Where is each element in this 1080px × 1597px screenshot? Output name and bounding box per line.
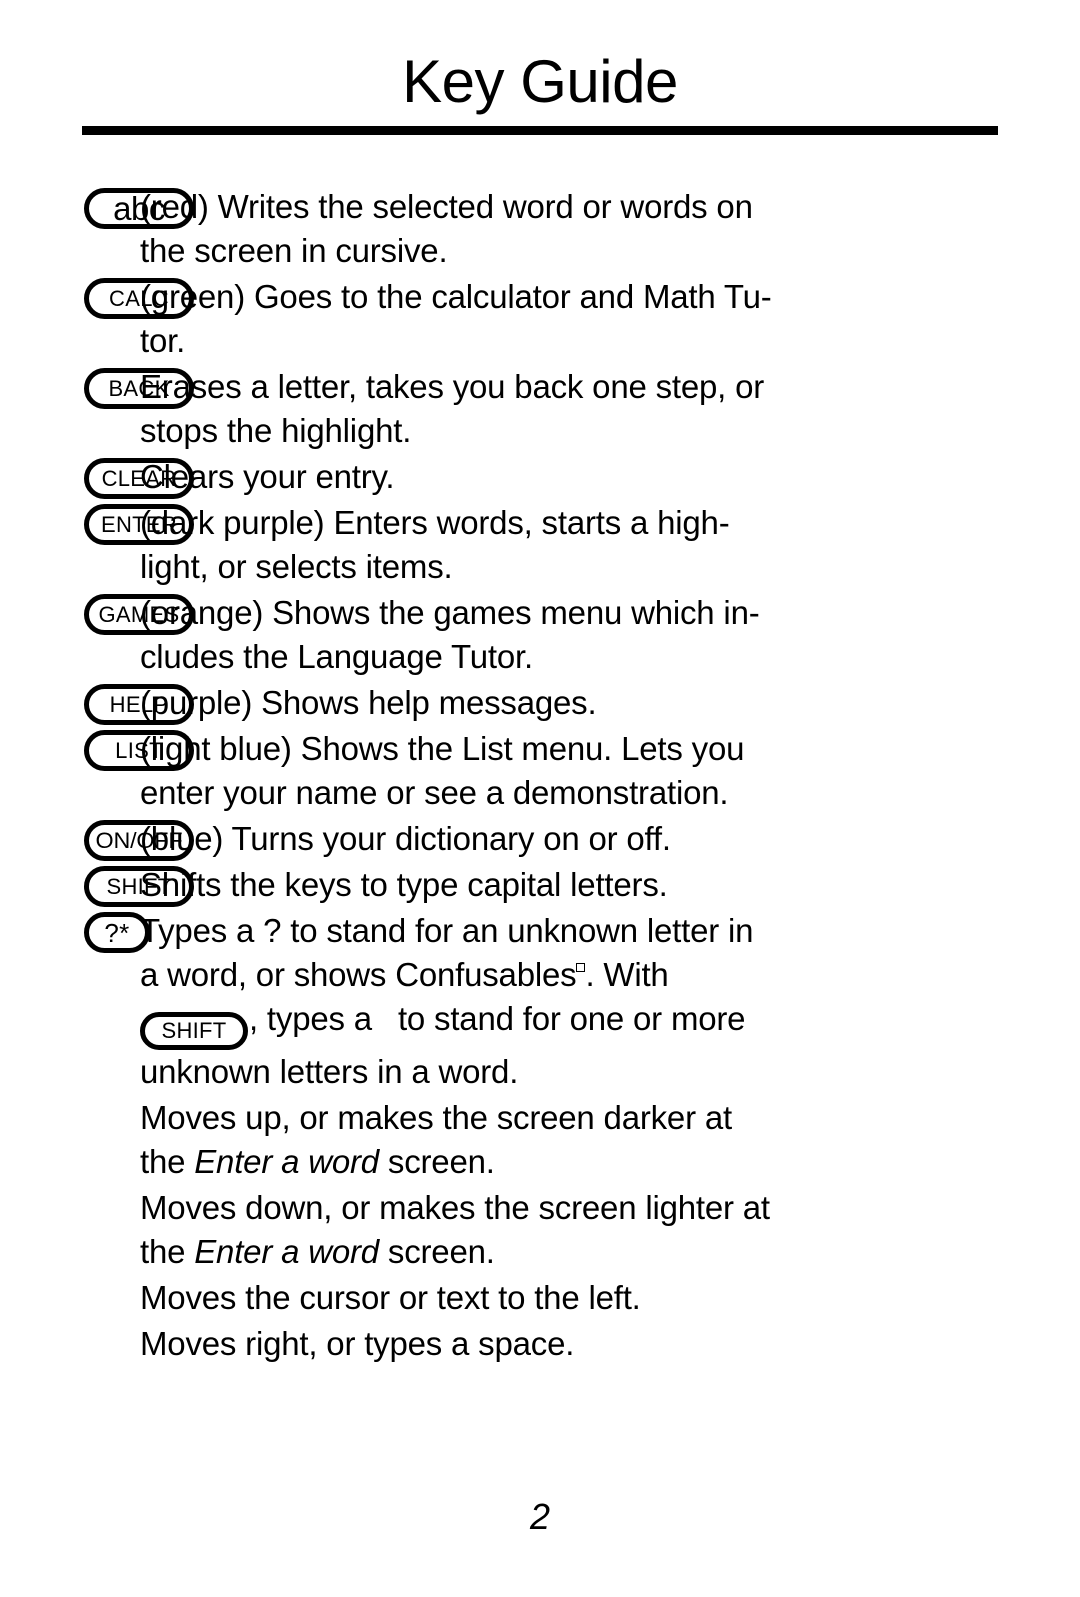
description-line: Types a ? to stand for an unknown letter…: [140, 912, 754, 949]
key-guide-row: ON/OFF (blue) Turns your dictionary on o…: [0, 817, 1080, 861]
description-line: Erases a letter, takes you back one step…: [140, 368, 765, 405]
description-line: unknown letters in a word.: [140, 1053, 519, 1090]
key-label: SHIFT: [161, 1018, 227, 1043]
key-guide-page: Key Guide abc (red) Writes the selected …: [0, 0, 1080, 1597]
description-line: (orange) Shows the games menu which in-: [140, 594, 760, 631]
key-guide-row: Moves up, or makes the screen darker at …: [0, 1096, 1080, 1184]
key-guide-row: Moves right, or types a space.: [0, 1322, 1080, 1366]
description-line: Moves right, or types a space.: [140, 1325, 575, 1362]
key-label: ON/OFF: [95, 827, 183, 853]
key-cell: HELP: [0, 681, 194, 725]
trademark-box-icon: [576, 963, 586, 972]
key-label: ?*: [104, 917, 130, 948]
key-guide-row: ENTER (dark purple) Enters words, starts…: [0, 501, 1080, 589]
description-line: the: [140, 1143, 195, 1180]
key-description: Moves right, or types a space.: [140, 1322, 1080, 1366]
key-description: Clears your entry.: [140, 455, 1080, 499]
key-description: Moves down, or makes the screen lighter …: [140, 1186, 1080, 1274]
key-cell: LIST: [0, 727, 194, 771]
key-cell-empty: [0, 1186, 140, 1189]
key-description: (blue) Turns your dictionary on or off.: [140, 817, 1080, 861]
key-guide-row: SHIFT Shifts the keys to type capital le…: [0, 863, 1080, 907]
key-guide-row: LIST (light blue) Shows the List menu. L…: [0, 727, 1080, 815]
description-line: stops the highlight.: [140, 412, 412, 449]
key-shift-inline[interactable]: SHIFT: [140, 1012, 248, 1050]
description-line: cludes the Language Tutor.: [140, 638, 533, 675]
description-line: the: [140, 1233, 195, 1270]
description-line: enter your name or see a demonstration.: [140, 774, 729, 811]
description-line: , types a: [249, 1000, 372, 1037]
key-guide-row: ?* Types a ? to stand for an unknown let…: [0, 909, 1080, 1094]
key-cell: BACK: [0, 365, 194, 409]
key-cell-empty: [0, 1096, 140, 1099]
key-guide-row: Moves down, or makes the screen lighter …: [0, 1186, 1080, 1274]
key-cell: ON/OFF: [0, 817, 194, 861]
description-line: screen.: [378, 1233, 495, 1270]
screen-name-italic: Enter a word: [194, 1233, 379, 1270]
key-description: (purple) Shows help messages.: [140, 681, 1080, 725]
description-line: tor.: [140, 322, 186, 359]
key-description: Types a ? to stand for an unknown letter…: [140, 909, 1080, 1094]
screen-name-italic: Enter a word: [194, 1143, 379, 1180]
key-description: (green) Goes to the calculator and Math …: [140, 275, 1080, 363]
description-line: (dark purple) Enters words, starts a hig…: [140, 504, 730, 541]
key-guide-row: GAMES (orange) Shows the games menu whic…: [0, 591, 1080, 679]
key-description: Erases a letter, takes you back one step…: [140, 365, 1080, 453]
key-cell: ENTER: [0, 501, 194, 545]
description-line: (blue) Turns your dictionary on or off.: [140, 820, 671, 857]
key-guide-row: HELP (purple) Shows help messages.: [0, 681, 1080, 725]
key-cell: abc: [0, 185, 194, 229]
description-line: Moves the cursor or text to the left.: [140, 1279, 641, 1316]
description-line: (purple) Shows help messages.: [140, 684, 597, 721]
key-guide-row: CALC (green) Goes to the calculator and …: [0, 275, 1080, 363]
key-guide-row: Moves the cursor or text to the left.: [0, 1276, 1080, 1320]
title-divider: [82, 126, 998, 135]
description-line: screen.: [378, 1143, 495, 1180]
key-description: (red) Writes the selected word or words …: [140, 185, 1080, 273]
key-cell: SHIFT: [0, 863, 194, 907]
page-title: Key Guide: [402, 48, 678, 115]
description-line: Shifts the keys to type capital letters.: [140, 866, 668, 903]
description-line: (red) Writes the selected word or words …: [140, 188, 753, 225]
description-line: (green) Goes to the calculator and Math …: [140, 278, 772, 315]
key-description: Shifts the keys to type capital letters.: [140, 863, 1080, 907]
key-guide-row: CLEAR Clears your entry.: [0, 455, 1080, 499]
page-number: 2: [529, 1496, 551, 1537]
description-line: Moves up, or makes the screen darker at: [140, 1099, 732, 1136]
description-line: light, or selects items.: [140, 548, 453, 585]
key-description: (dark purple) Enters words, starts a hig…: [140, 501, 1080, 589]
key-cell-empty: [0, 1276, 140, 1279]
key-guide-list: abc (red) Writes the selected word or wo…: [0, 185, 1080, 1368]
description-line: . With: [585, 956, 669, 993]
description-line: a word, or shows Confusables: [140, 956, 577, 993]
key-cell: CLEAR: [0, 455, 194, 499]
description-line: to stand for one or more: [397, 1000, 746, 1037]
key-description: Moves up, or makes the screen darker at …: [140, 1096, 1080, 1184]
description-line: (light blue) Shows the List menu. Lets y…: [140, 730, 745, 767]
description-line: the screen in cursive.: [140, 232, 448, 269]
key-description: (orange) Shows the games menu which in- …: [140, 591, 1080, 679]
key-description: (light blue) Shows the List menu. Lets y…: [140, 727, 1080, 815]
key-cell: CALC: [0, 275, 194, 319]
key-guide-row: BACK Erases a letter, takes you back one…: [0, 365, 1080, 453]
key-guide-row: abc (red) Writes the selected word or wo…: [0, 185, 1080, 273]
key-cell: ?*: [0, 909, 150, 953]
description-line: Clears your entry.: [140, 458, 395, 495]
key-cell: GAMES: [0, 591, 194, 635]
key-description: Moves the cursor or text to the left.: [140, 1276, 1080, 1320]
description-line: Moves down, or makes the screen lighter …: [140, 1189, 770, 1226]
key-cell-empty: [0, 1322, 140, 1325]
